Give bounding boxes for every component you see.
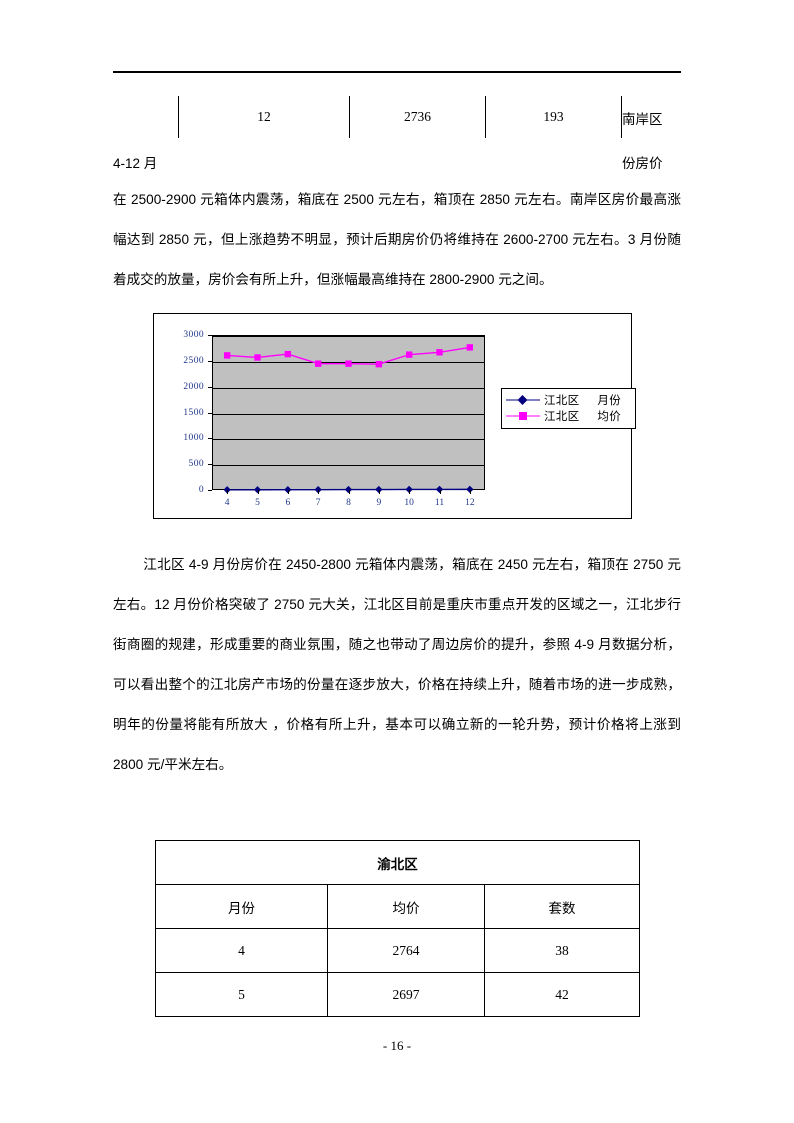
chart-xtick-mark <box>318 490 320 494</box>
chart-ytick-mark <box>208 360 212 362</box>
legend-marker-square-icon <box>506 410 540 422</box>
cell-avgprice: 2764 <box>327 928 485 973</box>
cell-avgprice: 2697 <box>327 972 485 1017</box>
document-page: 12 2736 193 南岸区 4-12 月 份房价 在 2500-2900 元… <box>0 0 794 1123</box>
legend-marker-diamond-icon <box>506 394 540 406</box>
chart-xtick-mark <box>469 490 471 494</box>
chart-ytick-label: 500 <box>188 459 204 470</box>
legend-item-avgprice: 江北区 均价 <box>506 408 631 424</box>
chart-ytick-label: 3000 <box>183 330 204 340</box>
chart-xtick-label: 12 <box>465 498 475 508</box>
chart-xtick-label: 11 <box>434 498 445 508</box>
legend-item-month: 江北区 月份 <box>506 392 631 408</box>
chart-xtick-label: 6 <box>285 498 291 508</box>
chart-xtick-label: 7 <box>315 498 321 508</box>
chart-xtick-label: 5 <box>255 498 260 508</box>
cell-units: 42 <box>484 972 640 1017</box>
column-header-month: 月份 <box>155 884 328 929</box>
chart-ytick-mark <box>208 438 212 440</box>
chart-xtick-mark <box>227 490 229 494</box>
yubei-district-table: 渝北区 月份 均价 套数 4 2764 38 5 2697 42 <box>155 840 640 1017</box>
jiangbei-price-chart: 0 500 1000 1500 2000 2500 3000 4 5 6 7 8 9 10 11 12 江北区… <box>153 313 636 519</box>
chart-canvas: 0 500 1000 1500 2000 2500 3000 4 5 6 7 8 9 10 11 12 江北区… <box>154 314 636 518</box>
chart-xtick-mark <box>348 490 350 494</box>
paragraph-jiangbei-analysis: 江北区 4-9 月份房价在 2450-2800 元箱体内震荡，箱底在 2450 … <box>113 557 681 772</box>
page-footer: - 16 - <box>382 1038 412 1053</box>
cell-month: 5 <box>155 972 328 1017</box>
chart-gridline <box>213 439 484 441</box>
chart-ytick-label: 0 <box>198 485 204 495</box>
chart-xtick-label: 9 <box>376 498 382 508</box>
chart-xtick-label: 4 <box>224 498 230 508</box>
top-continuation-table: 12 2736 193 <box>178 96 622 138</box>
table-header-row: 月份 均价 套数 <box>155 884 640 929</box>
chart-legend: 江北区 月份 江北区 均价 <box>501 388 636 429</box>
column-header-units: 套数 <box>484 884 640 929</box>
cell-month: 4 <box>155 928 328 973</box>
chart-xtick-label: 8 <box>346 498 351 508</box>
table-row: 4 2764 38 <box>155 928 640 973</box>
top-table-cell-price: 2736 <box>349 96 486 138</box>
top-table-cell-count: 193 <box>485 96 622 138</box>
chart-ytick-label: 1000 <box>183 433 204 444</box>
chart-ytick-mark <box>208 490 212 491</box>
header-rule <box>113 71 681 73</box>
table-title-cell: 渝北区 <box>155 840 640 885</box>
chart-ytick-mark <box>208 464 212 466</box>
legend-label-avgprice: 江北区 均价 <box>544 411 622 423</box>
chart-gridline <box>213 336 484 337</box>
chart-ytick-label: 2500 <box>183 355 204 366</box>
chart-xtick-label: 10 <box>404 498 414 508</box>
chart-ytick-mark <box>208 412 212 414</box>
chart-xtick-mark <box>439 490 441 494</box>
cell-units: 38 <box>484 928 640 973</box>
chart-xtick-mark <box>378 490 380 494</box>
paragraph-nanan-analysis: 在 2500-2900 元箱体内震荡，箱底在 2500 元左右，箱顶在 2850… <box>113 192 681 287</box>
chart-ytick-label: 2000 <box>183 381 204 392</box>
top-table-overflow-label: 南岸区 <box>622 112 663 127</box>
table-title-row: 渝北区 <box>155 840 640 885</box>
chart-ytick-mark <box>208 386 212 388</box>
fragment-right-house-price: 份房价 <box>622 156 663 171</box>
chart-gridline <box>213 465 484 467</box>
chart-xtick-mark <box>257 490 259 494</box>
fragment-left-month-range: 4-12 月 <box>113 156 158 171</box>
table-row: 12 2736 193 <box>178 96 622 138</box>
chart-gridline <box>213 413 484 415</box>
top-table-cell-month: 12 <box>178 96 350 138</box>
chart-xtick-mark <box>287 490 289 494</box>
chart-gridline <box>213 361 484 363</box>
column-header-avgprice: 均价 <box>327 884 485 929</box>
chart-ytick-label: 1500 <box>183 407 204 418</box>
chart-plot-area <box>212 335 485 490</box>
chart-gridline <box>213 387 484 389</box>
chart-ytick-mark <box>208 335 212 336</box>
chart-xtick-mark <box>409 490 411 494</box>
table-row: 5 2697 42 <box>155 972 640 1017</box>
legend-label-month: 江北区 月份 <box>544 395 622 407</box>
